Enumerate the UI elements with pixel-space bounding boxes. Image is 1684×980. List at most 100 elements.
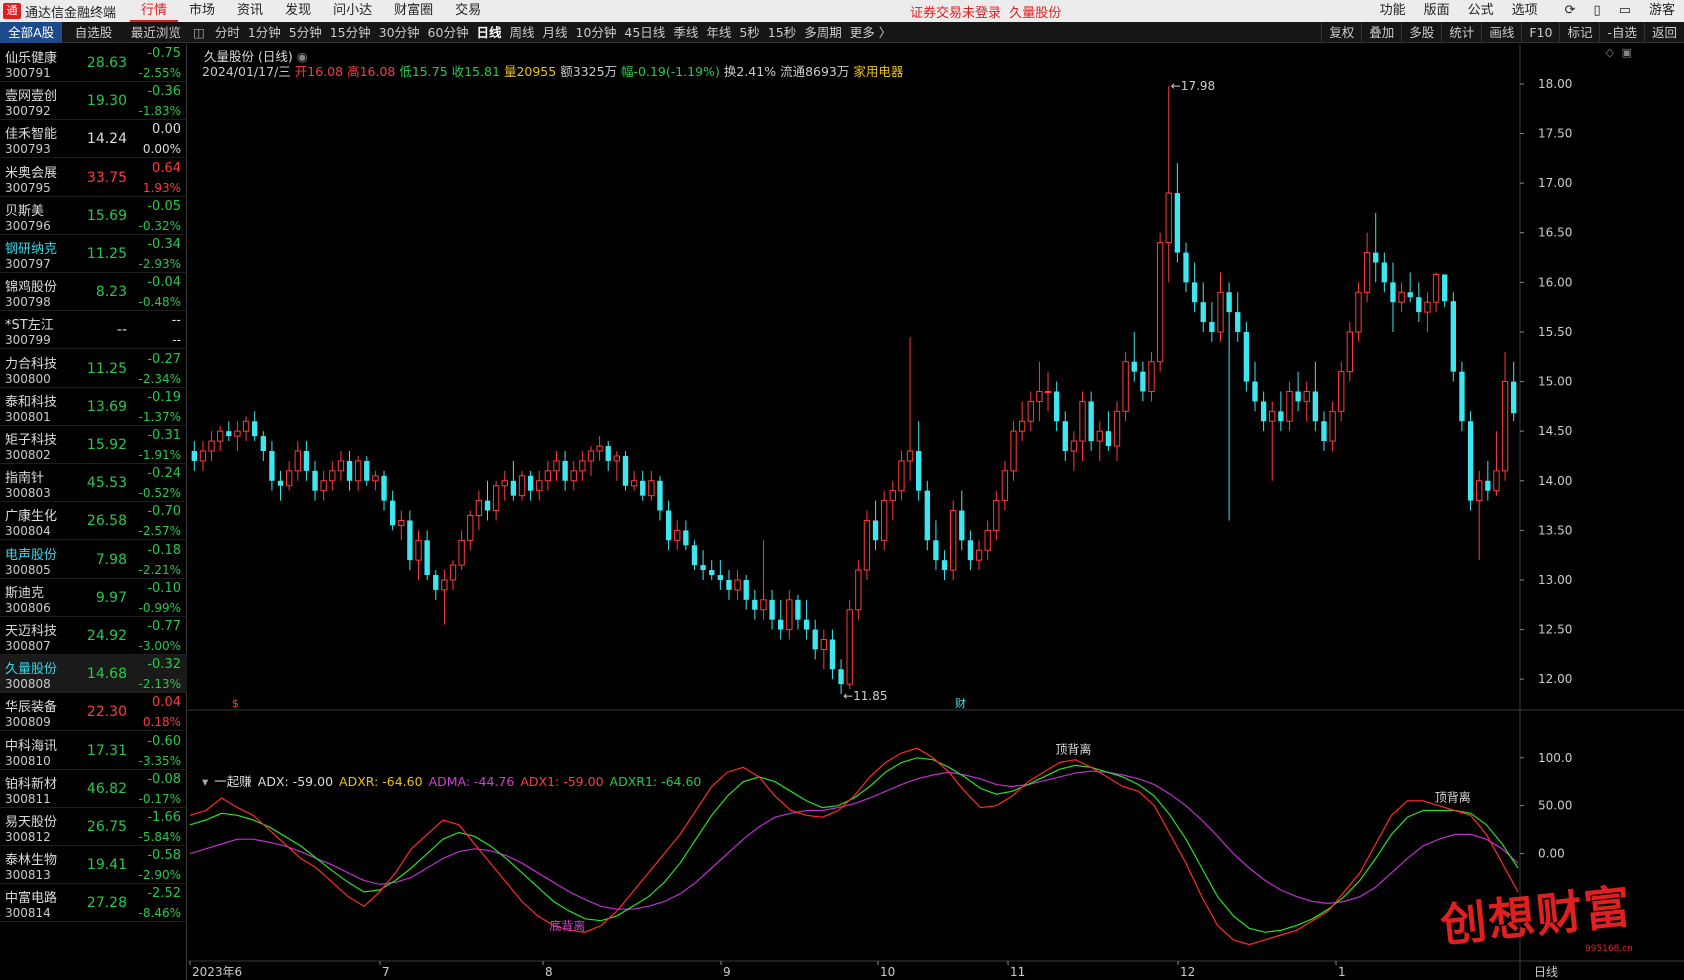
candle-body <box>1140 371 1146 392</box>
sidebar-tab-1[interactable]: 自选股 <box>62 22 124 43</box>
event-marker-cai[interactable]: 财 <box>955 696 966 710</box>
period-tab-1[interactable]: 1分钟 <box>244 22 285 43</box>
period-tab-8[interactable]: 月线 <box>538 22 571 43</box>
period-tab-10[interactable]: 45日线 <box>620 22 669 43</box>
period-tab-16[interactable]: 更多 〉 <box>846 22 895 43</box>
sidebar-tab-2[interactable]: 最近浏览 <box>125 22 187 43</box>
tool-button-0[interactable]: 复权 <box>1321 21 1361 43</box>
menu-item-5[interactable]: 财富圈 <box>383 0 444 22</box>
tool-button-2[interactable]: 多股 <box>1401 21 1441 43</box>
candle-body <box>630 480 638 487</box>
period-tab-12[interactable]: 年线 <box>702 22 735 43</box>
menu-item-2[interactable]: 资讯 <box>226 0 274 22</box>
period-tab-13[interactable]: 5秒 <box>735 22 763 43</box>
stock-row[interactable]: 泰和科技 300801 13.69 -0.19 -1.37% <box>0 388 187 426</box>
period-tab-0[interactable]: 分时 <box>211 22 244 43</box>
tool-button-3[interactable]: 统计 <box>1441 21 1481 43</box>
stock-row[interactable]: 中科海讯 300810 17.31 -0.60 -3.35% <box>0 732 187 770</box>
stock-row[interactable]: 米奥会展 300795 33.75 0.64 1.93% <box>0 159 187 197</box>
right-menu-item-2[interactable]: 公式 <box>1459 0 1503 22</box>
candle-body <box>769 599 775 620</box>
guest-label[interactable]: 游客 <box>1640 0 1684 22</box>
stock-row[interactable]: 指南针 300803 45.53 -0.24 -0.52% <box>0 464 187 503</box>
login-notice[interactable]: 证券交易未登录 久量股份 <box>910 2 1061 21</box>
tool-button-6[interactable]: 标记 <box>1559 21 1599 43</box>
y-tick-label: 17.50 <box>1538 127 1572 141</box>
kline-chart[interactable]: 18.00 17.50 17.00 16.50 16.00 15.50 15.00 14.50… <box>188 44 1684 980</box>
menu-item-0[interactable]: 行情 <box>130 0 179 22</box>
period-indicator-label[interactable]: 日线 <box>1534 965 1558 979</box>
candle-body <box>510 480 517 496</box>
menu-item-3[interactable]: 发现 <box>274 0 322 22</box>
candle-body <box>1122 361 1129 412</box>
stock-row[interactable]: 中富电路 300814 27.28 -2.52 -8.46% <box>0 884 187 923</box>
stock-row[interactable]: 铂科新材 300811 46.82 -0.08 -0.17% <box>0 770 187 808</box>
tool-button-7[interactable]: -自选 <box>1599 21 1644 43</box>
stock-row[interactable]: 佳禾智能 300793 14.24 0.00 0.00% <box>0 120 187 159</box>
stock-name: 钢研纳克 <box>5 242 58 257</box>
stock-row[interactable]: 华辰装备 300809 22.30 0.04 0.18% <box>0 693 187 732</box>
candle-body <box>1252 381 1258 402</box>
candle-body <box>924 490 930 541</box>
restore-icon[interactable]: ▭ <box>1610 0 1640 22</box>
right-menu-item-3[interactable]: 选项 <box>1503 0 1547 22</box>
candle-body <box>424 540 430 576</box>
candle-body <box>252 421 258 437</box>
corner-diamond-icon[interactable]: ◇ <box>1606 46 1614 59</box>
stock-row[interactable]: 天迈科技 300807 24.92 -0.77 -3.00% <box>0 617 187 655</box>
period-tab-5[interactable]: 60分钟 <box>424 22 473 43</box>
stock-row[interactable]: 广康生化 300804 26.58 -0.70 -2.57% <box>0 502 187 541</box>
indicator-toggle-icon[interactable]: ▾ <box>202 774 208 789</box>
sidebar-tab-0[interactable]: 全部A股 <box>0 21 63 43</box>
stock-row[interactable]: 钢研纳克 300797 11.25 -0.34 -2.93% <box>0 235 187 273</box>
stock-row[interactable]: 斯迪克 300806 9.97 -0.10 -0.99% <box>0 579 187 617</box>
stock-name: 泰和科技 <box>5 394 58 410</box>
tool-button-5[interactable]: F10 <box>1521 21 1559 43</box>
tool-button-1[interactable]: 叠加 <box>1361 21 1401 43</box>
period-tab-15[interactable]: 多周期 <box>800 22 846 43</box>
stock-row[interactable]: 力合科技 300800 11.25 -0.27 -2.34% <box>0 350 187 388</box>
period-tab-6[interactable]: 日线 <box>472 22 505 43</box>
tool-button-4[interactable]: 画线 <box>1481 21 1521 43</box>
corner-window-icon[interactable]: ▣ <box>1622 46 1632 59</box>
stock-row[interactable]: 锦鸡股份 300798 8.23 -0.04 -0.48% <box>0 273 187 312</box>
candle-body <box>855 569 862 611</box>
stock-row[interactable]: 久量股份 300808 14.68 -0.32 -2.13% <box>0 655 187 694</box>
stock-change: -0.05 <box>147 198 181 214</box>
tool-button-8[interactable]: 返回 <box>1643 21 1684 43</box>
minimize-icon[interactable]: ▯ <box>1585 0 1610 22</box>
right-menu-item-1[interactable]: 版面 <box>1415 0 1459 22</box>
candle-body <box>579 460 586 472</box>
period-tab-3[interactable]: 15分钟 <box>326 22 375 43</box>
candle-body <box>398 519 405 526</box>
stock-row[interactable]: 泰林生物 300813 19.41 -0.58 -2.90% <box>0 846 187 885</box>
refresh-icon[interactable]: ⟳ <box>1556 0 1585 22</box>
period-tab-4[interactable]: 30分钟 <box>375 22 424 43</box>
period-tab-7[interactable]: 周线 <box>505 22 538 43</box>
candle-body <box>381 475 387 501</box>
y-tick-label: 12.00 <box>1538 672 1572 686</box>
event-marker-s[interactable]: $ <box>232 697 239 710</box>
indicator-name[interactable]: 一起赚 <box>214 774 252 789</box>
candle-body <box>640 480 646 496</box>
layout-toggle-icon[interactable]: ◫ <box>193 25 205 40</box>
period-tab-11[interactable]: 季线 <box>669 22 702 43</box>
stock-row[interactable]: *ST左江 300799 -- -- -- <box>0 311 187 350</box>
candle-body <box>1407 292 1413 298</box>
period-tab-14[interactable]: 15秒 <box>764 22 800 43</box>
stock-row[interactable]: 壹网壹创 300792 19.30 -0.36 -1.83% <box>0 82 187 121</box>
stock-row[interactable]: 矩子科技 300802 15.92 -0.31 -1.91% <box>0 426 187 464</box>
period-tab-9[interactable]: 10分钟 <box>572 22 621 43</box>
stock-row[interactable]: 易天股份 300812 26.75 -1.66 -5.84% <box>0 808 187 846</box>
menu-item-1[interactable]: 市场 <box>178 0 226 22</box>
candle-body <box>467 514 474 541</box>
stock-row[interactable]: 贝斯美 300796 15.69 -0.05 -0.32% <box>0 197 187 235</box>
period-tab-2[interactable]: 5分钟 <box>285 22 326 43</box>
stock-row[interactable]: 电声股份 300805 7.98 -0.18 -2.21% <box>0 541 187 579</box>
menu-item-6[interactable]: 交易 <box>444 0 492 22</box>
stock-code: 300808 <box>5 677 51 692</box>
candle-body <box>1346 331 1354 373</box>
menu-item-4[interactable]: 问小达 <box>322 0 383 22</box>
stock-row[interactable]: 仙乐健康 300791 28.63 -0.75 -2.55% <box>0 44 187 82</box>
right-menu-item-0[interactable]: 功能 <box>1371 0 1415 22</box>
